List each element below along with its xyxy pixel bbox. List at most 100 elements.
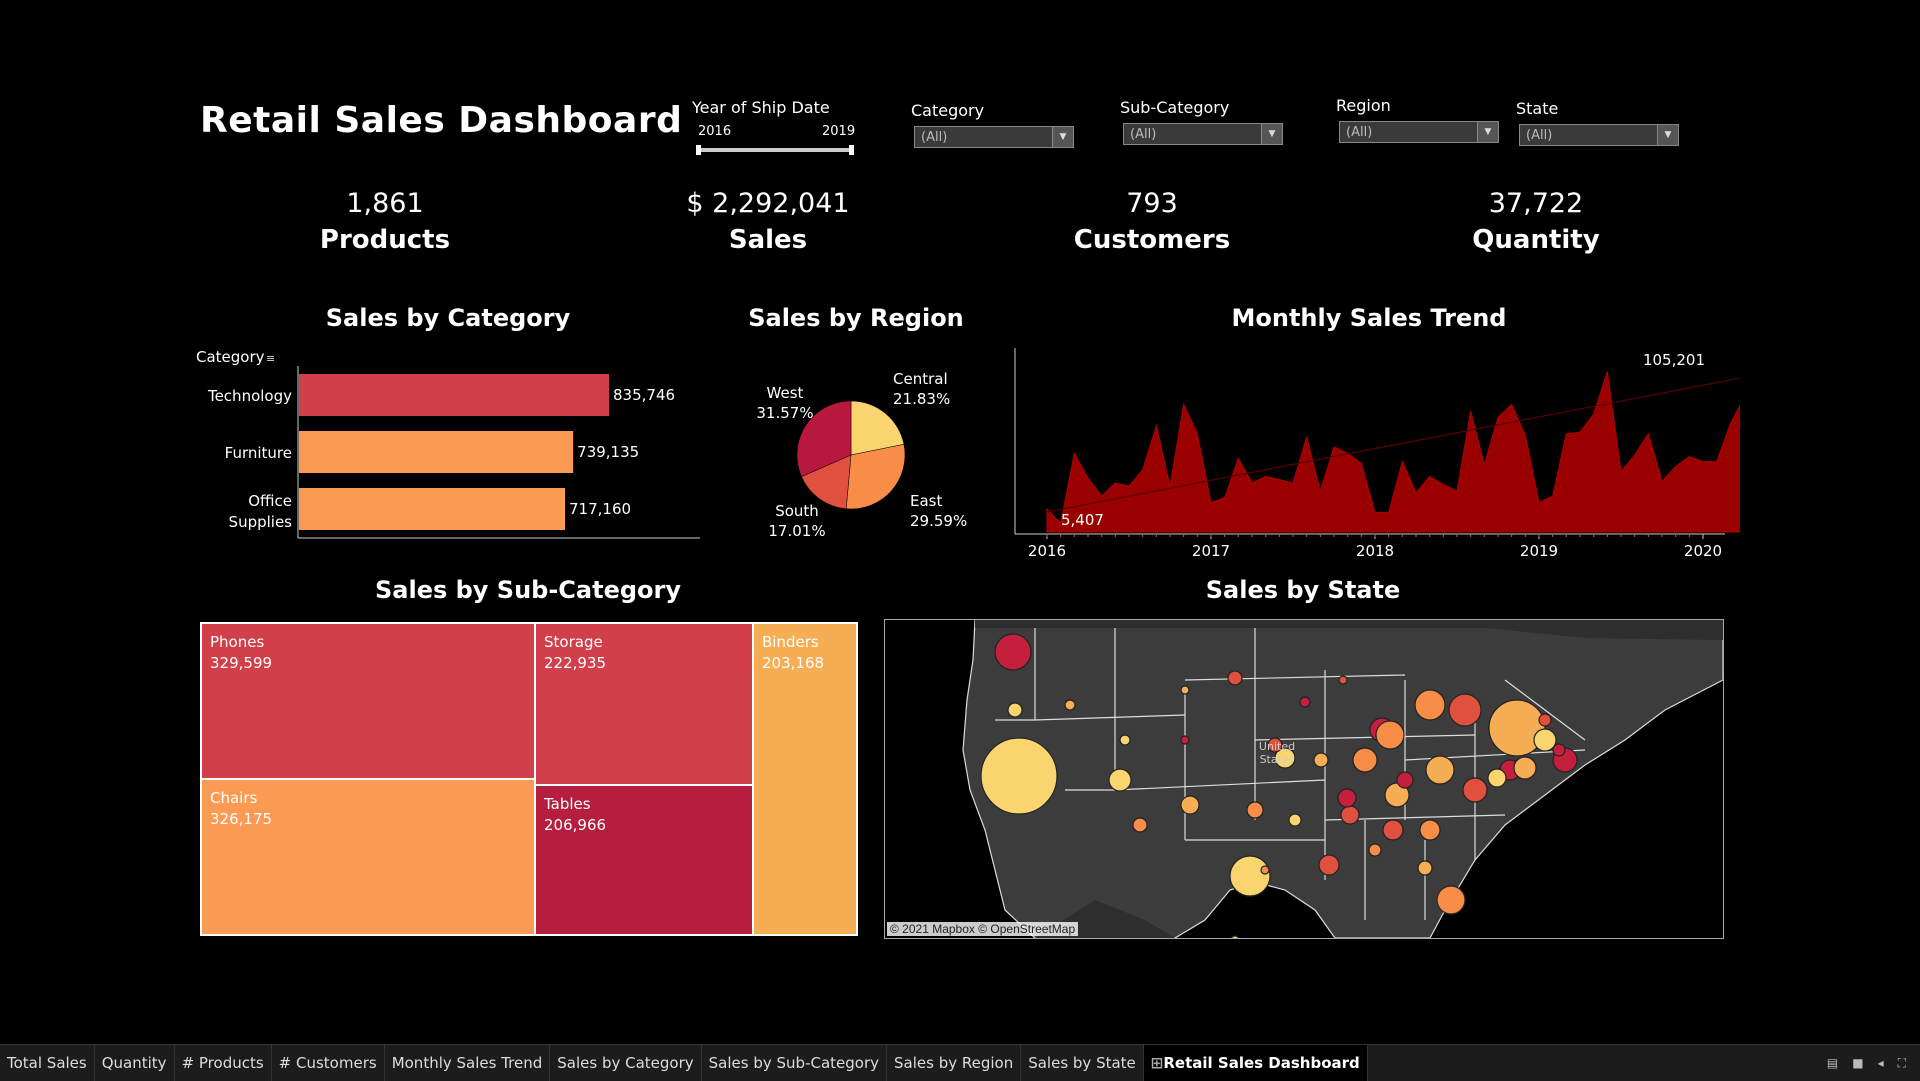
state-bubble[interactable] (1337, 788, 1357, 808)
state-bubble[interactable] (1119, 734, 1131, 746)
treemap-cell-value: 329,599 (210, 654, 273, 672)
year-filter-start: 2016 (698, 124, 732, 139)
state-bubble[interactable] (1007, 702, 1023, 718)
bar-technology[interactable] (299, 374, 609, 416)
year-range-slider[interactable] (696, 145, 854, 155)
state-bubble[interactable] (1299, 696, 1311, 708)
year-slider-end-handle[interactable] (849, 145, 854, 155)
treemap-cell-binders[interactable]: Binders 203,168 (753, 623, 857, 935)
state-bubble[interactable] (1396, 771, 1414, 789)
map-canvas[interactable] (885, 620, 1723, 938)
state-bubble[interactable] (1448, 693, 1482, 727)
state-bubble[interactable] (1230, 935, 1240, 938)
bar-office-supplies[interactable] (299, 488, 566, 530)
sheet-tab-bar: Total Sales Quantity # Products # Customers… (0, 1044, 1920, 1081)
tab-label: Quantity (101, 1054, 167, 1072)
pie-slice-east[interactable] (845, 444, 906, 510)
sales-by-region-chart[interactable]: Central 21.83% East 29.59% South 17.01% West 31… (740, 360, 980, 550)
treemap-cell-name: Storage (544, 633, 603, 651)
state-bubble[interactable] (1487, 768, 1507, 788)
bar-category-label: Office Supplies (229, 492, 293, 531)
state-bubble[interactable] (1340, 805, 1360, 825)
sales-by-region-title: Sales by Region (748, 304, 964, 332)
state-bubble[interactable] (1552, 743, 1566, 757)
state-bubble[interactable] (1425, 755, 1455, 785)
tab-monthly-sales-trend[interactable]: Monthly Sales Trend (385, 1045, 551, 1081)
chevron-down-icon: ▼ (1657, 125, 1678, 145)
state-bubble[interactable] (1132, 817, 1148, 833)
state-bubble[interactable] (1246, 801, 1264, 819)
tab-sales-by-state[interactable]: Sales by State (1021, 1045, 1144, 1081)
treemap-cell-phones[interactable]: Phones 329,599 (201, 623, 535, 779)
state-bubble[interactable] (1227, 670, 1243, 686)
monthly-sales-trend-chart[interactable]: 2016 2017 2018 2019 2020 5,407 105,201 (1005, 340, 1740, 565)
treemap-cell-storage[interactable]: Storage 222,935 (535, 623, 753, 785)
state-bubble[interactable] (980, 737, 1058, 815)
state-bubble[interactable] (1108, 768, 1132, 792)
state-bubble[interactable] (1288, 813, 1302, 827)
state-bubble[interactable] (1533, 728, 1557, 752)
state-bubble[interactable] (1513, 756, 1537, 780)
tab-label: Sales by State (1028, 1054, 1136, 1072)
state-bubble[interactable] (1338, 675, 1348, 685)
pie-label-name: Central (893, 370, 948, 388)
fullscreen-icon[interactable]: ⛶ (1898, 1056, 1906, 1071)
state-bubble[interactable] (1538, 713, 1552, 727)
subcategory-filter-dropdown[interactable]: (All) ▼ (1123, 123, 1283, 145)
sales-by-subcategory-treemap[interactable]: Phones 329,599 Chairs 326,175 Storage 222,935… (200, 622, 858, 936)
bar-furniture[interactable] (299, 431, 574, 473)
state-bubble[interactable] (1462, 777, 1488, 803)
state-bubble[interactable] (1180, 685, 1190, 695)
tab-customers[interactable]: # Customers (272, 1045, 385, 1081)
state-bubble[interactable] (1436, 885, 1466, 915)
category-filter-value: (All) (921, 129, 948, 145)
tab-sales-by-sub-category[interactable]: Sales by Sub-Category (702, 1045, 887, 1081)
state-bubble[interactable] (1375, 720, 1405, 750)
tab-products[interactable]: # Products (175, 1045, 272, 1081)
state-bubble[interactable] (1180, 795, 1200, 815)
treemap-cell-name: Chairs (210, 789, 258, 807)
scroll-left-icon[interactable]: ◂ (1878, 1056, 1884, 1070)
state-bubble[interactable] (1352, 747, 1378, 773)
trend-min-label: 5,407 (1061, 511, 1104, 529)
treemap-cell-tables[interactable]: Tables 206,966 (535, 785, 753, 935)
kpi-products-label: Products (319, 225, 451, 255)
trend-area[interactable] (1046, 360, 1740, 533)
tab-retail-sales-dashboard[interactable]: ⊞ Retail Sales Dashboard (1143, 1045, 1368, 1081)
tab-label: # Products (181, 1054, 264, 1072)
state-bubble[interactable] (1417, 860, 1433, 876)
pie-label-pct: 29.59% (910, 512, 967, 530)
tab-total-sales[interactable]: Total Sales (0, 1045, 95, 1081)
tab-sales-by-category[interactable]: Sales by Category (550, 1045, 702, 1081)
region-filter-dropdown[interactable]: (All) ▼ (1339, 121, 1499, 143)
state-bubble[interactable] (1382, 819, 1404, 841)
treemap-cell-chairs[interactable]: Chairs 326,175 (201, 779, 535, 935)
sales-by-category-chart[interactable]: Category ≡ Technology 835,746 Furniture 739,1… (190, 342, 730, 542)
category-filter-dropdown[interactable]: (All) ▼ (914, 126, 1074, 148)
year-slider-start-handle[interactable] (696, 145, 701, 155)
tab-sales-by-region[interactable]: Sales by Region (887, 1045, 1022, 1081)
state-bubble[interactable] (1414, 689, 1446, 721)
tab-quantity[interactable]: Quantity (95, 1045, 175, 1081)
state-bubble[interactable] (994, 633, 1032, 671)
state-bubble[interactable] (1229, 855, 1271, 897)
grid-view-icon[interactable]: ■ (1852, 1056, 1863, 1070)
treemap-cell-name: Phones (210, 633, 265, 651)
state-bubble[interactable] (1318, 854, 1340, 876)
state-bubble[interactable] (1260, 865, 1270, 875)
year-filter-end: 2019 (822, 124, 856, 139)
tab-label: Total Sales (7, 1054, 87, 1072)
pie-label-name: East (910, 492, 942, 510)
state-bubble[interactable] (1180, 735, 1190, 745)
tab-label: Sales by Region (894, 1054, 1014, 1072)
sales-by-state-title: Sales by State (1205, 576, 1401, 604)
film-strip-icon[interactable]: ▤ (1827, 1056, 1838, 1070)
map-attribution[interactable]: © 2021 Mapbox © OpenStreetMap (887, 922, 1079, 936)
state-bubble[interactable] (1313, 752, 1329, 768)
state-bubble[interactable] (1064, 699, 1076, 711)
state-bubble[interactable] (1419, 819, 1441, 841)
state-bubble[interactable] (1368, 843, 1382, 857)
trend-tick-label: 2018 (1356, 542, 1394, 560)
sales-by-state-map[interactable]: United States © 2021 Mapbox © OpenStreet… (884, 619, 1724, 939)
state-filter-dropdown[interactable]: (All) ▼ (1519, 124, 1679, 146)
